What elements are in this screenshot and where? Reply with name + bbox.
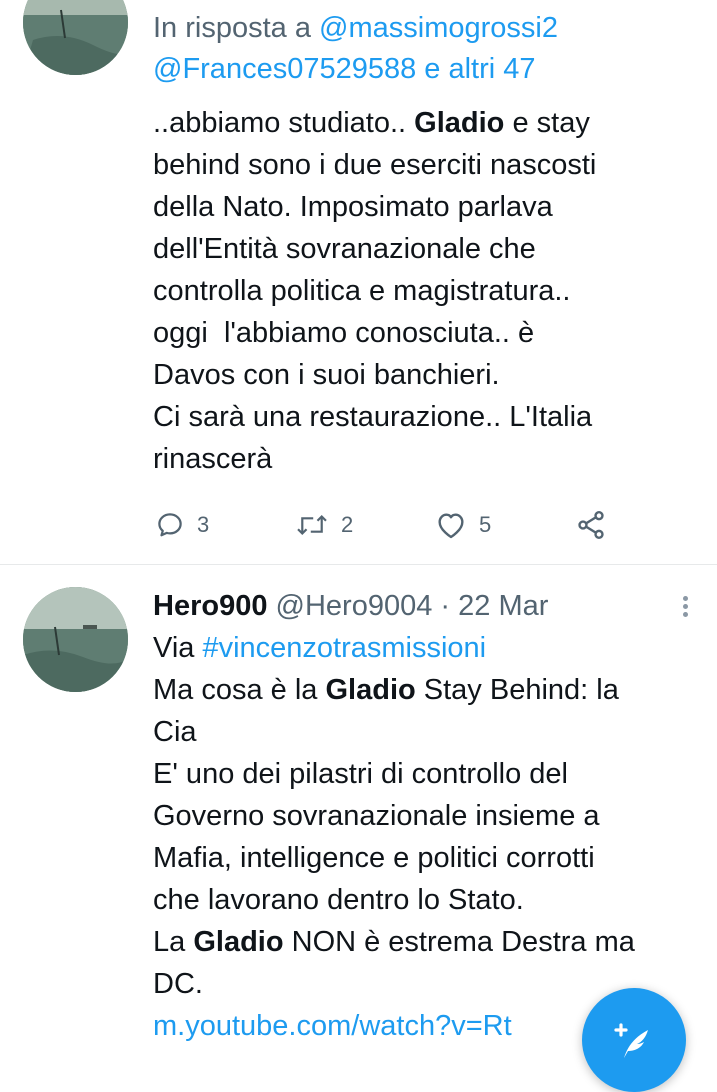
share-nodes-icon	[578, 511, 604, 539]
via-label: Via	[153, 632, 195, 664]
text-segment: behind sono i due eserciti nascosti	[153, 149, 597, 181]
text-segment: DC.	[153, 968, 203, 1000]
like-button[interactable]: 5	[435, 510, 575, 540]
speech-bubble-icon	[158, 513, 182, 537]
tweet-link-line: m.youtube.com/watch?v=Rt	[153, 1005, 593, 1047]
text-segment: Stay Behind: la	[415, 674, 619, 706]
highlighted-term: Gladio	[414, 107, 505, 139]
text-segment: controlla politica e magistratura..	[153, 275, 571, 307]
text-segment: ..abbiamo studiato..	[153, 107, 415, 139]
tweet-1[interactable]: In risposta a @massimogrossi2 @Frances07…	[0, 0, 717, 562]
heart-icon	[438, 513, 464, 539]
tweet-text-line: rinascerà	[153, 438, 705, 480]
tweet-actions: 3 2 5	[155, 505, 625, 545]
tweet-text-line: La Gladio NON è estrema Destra ma	[153, 921, 705, 963]
avatar-photo	[23, 587, 128, 692]
feather-plus-icon	[614, 1023, 648, 1058]
text-segment: dell'Entità sovranazionale che	[153, 233, 536, 265]
tweet-text-line: Governo sovranazionale insieme a	[153, 795, 705, 837]
avatar-photo	[23, 0, 128, 75]
display-name[interactable]: Hero900	[153, 590, 267, 622]
text-segment: Mafia, intelligence e politici corrotti	[153, 842, 595, 874]
text-segment: Governo sovranazionale insieme a	[153, 800, 600, 832]
text-segment: Ma cosa è la	[153, 674, 326, 706]
text-segment: e stay	[504, 107, 590, 139]
retweet-count: 2	[341, 512, 354, 537]
text-segment: che lavorano dentro lo Stato.	[153, 884, 524, 916]
tweet-text: Ma cosa è la Gladio Stay Behind: la Cia E'…	[153, 669, 705, 1005]
tweet-text-line: Cia	[153, 711, 705, 753]
tweet-text-line: ..abbiamo studiato.. Gladio e stay	[153, 102, 705, 144]
tweet-text-line: controlla politica e magistratura..	[153, 270, 705, 312]
text-segment: rinascerà	[153, 443, 273, 475]
tweet-date[interactable]: 22 Mar	[458, 590, 548, 622]
share-button[interactable]	[575, 509, 607, 541]
retweet-button[interactable]: 2	[295, 510, 435, 540]
tweet-text-line: della Nato. Imposimato parlava	[153, 186, 705, 228]
like-count: 5	[479, 512, 492, 537]
tweet-text-line: dell'Entità sovranazionale che	[153, 228, 705, 270]
tweet-text-line: Ma cosa è la Gladio Stay Behind: la	[153, 669, 705, 711]
tweet-text-line: oggi l'abbiamo conosciuta.. è	[153, 312, 705, 354]
tweet-text-line: Davos con i suoi banchieri.	[153, 354, 705, 396]
text-segment: Ci sarà una restaurazione.. L'Italia	[153, 401, 593, 433]
tweet-text-line: Mafia, intelligence e politici corrotti	[153, 837, 705, 879]
compose-tweet-button[interactable]	[582, 988, 686, 1092]
reply-prefix: In risposta a	[153, 12, 311, 44]
reply-button[interactable]: 3	[155, 510, 295, 540]
tweet-text-line: E' uno dei pilastri di controllo del	[153, 753, 705, 795]
reply-context: In risposta a @massimogrossi2	[153, 8, 705, 49]
reply-count: 3	[197, 512, 210, 537]
tweet-text: ..abbiamo studiato.. Gladio e stay behind…	[153, 102, 705, 480]
tweet-header: Hero900 @Hero9004 · 22 Mar	[153, 586, 705, 627]
username[interactable]: @Hero9004	[276, 590, 433, 622]
text-segment: E' uno dei pilastri di controllo del	[153, 758, 568, 790]
text-segment: La	[153, 926, 194, 958]
text-segment: NON è estrema Destra ma	[283, 926, 635, 958]
tweet-text-line: behind sono i due eserciti nascosti	[153, 144, 705, 186]
avatar[interactable]	[23, 0, 128, 75]
highlighted-term: Gladio	[193, 926, 284, 958]
tweet-text-line: Ci sarà una restaurazione.. L'Italia	[153, 396, 705, 438]
mentions-others-link[interactable]: @Frances07529588 e altri 47	[153, 53, 536, 85]
tweet-2[interactable]: Hero900 @Hero9004 · 22 Mar Via #vincenzo…	[0, 565, 717, 1067]
hashtag-link[interactable]: #vincenzotrasmissioni	[202, 632, 486, 664]
separator: ·	[440, 590, 451, 622]
via-line: Via #vincenzotrasmissioni	[153, 627, 705, 669]
highlighted-term: Gladio	[325, 674, 416, 706]
avatar[interactable]	[23, 587, 128, 692]
tweet-text-line: che lavorano dentro lo Stato.	[153, 879, 705, 921]
retweet-arrows-icon	[297, 514, 327, 536]
text-segment: oggi l'abbiamo conosciuta.. è	[153, 317, 535, 349]
reply-context-others: @Frances07529588 e altri 47	[153, 49, 705, 90]
text-segment: Cia	[153, 716, 197, 748]
text-segment: Davos con i suoi banchieri.	[153, 359, 500, 391]
mention-link[interactable]: @massimogrossi2	[319, 12, 558, 44]
youtube-link[interactable]: m.youtube.com/watch?v=Rt	[153, 1010, 512, 1042]
text-segment: della Nato. Imposimato parlava	[153, 191, 553, 223]
